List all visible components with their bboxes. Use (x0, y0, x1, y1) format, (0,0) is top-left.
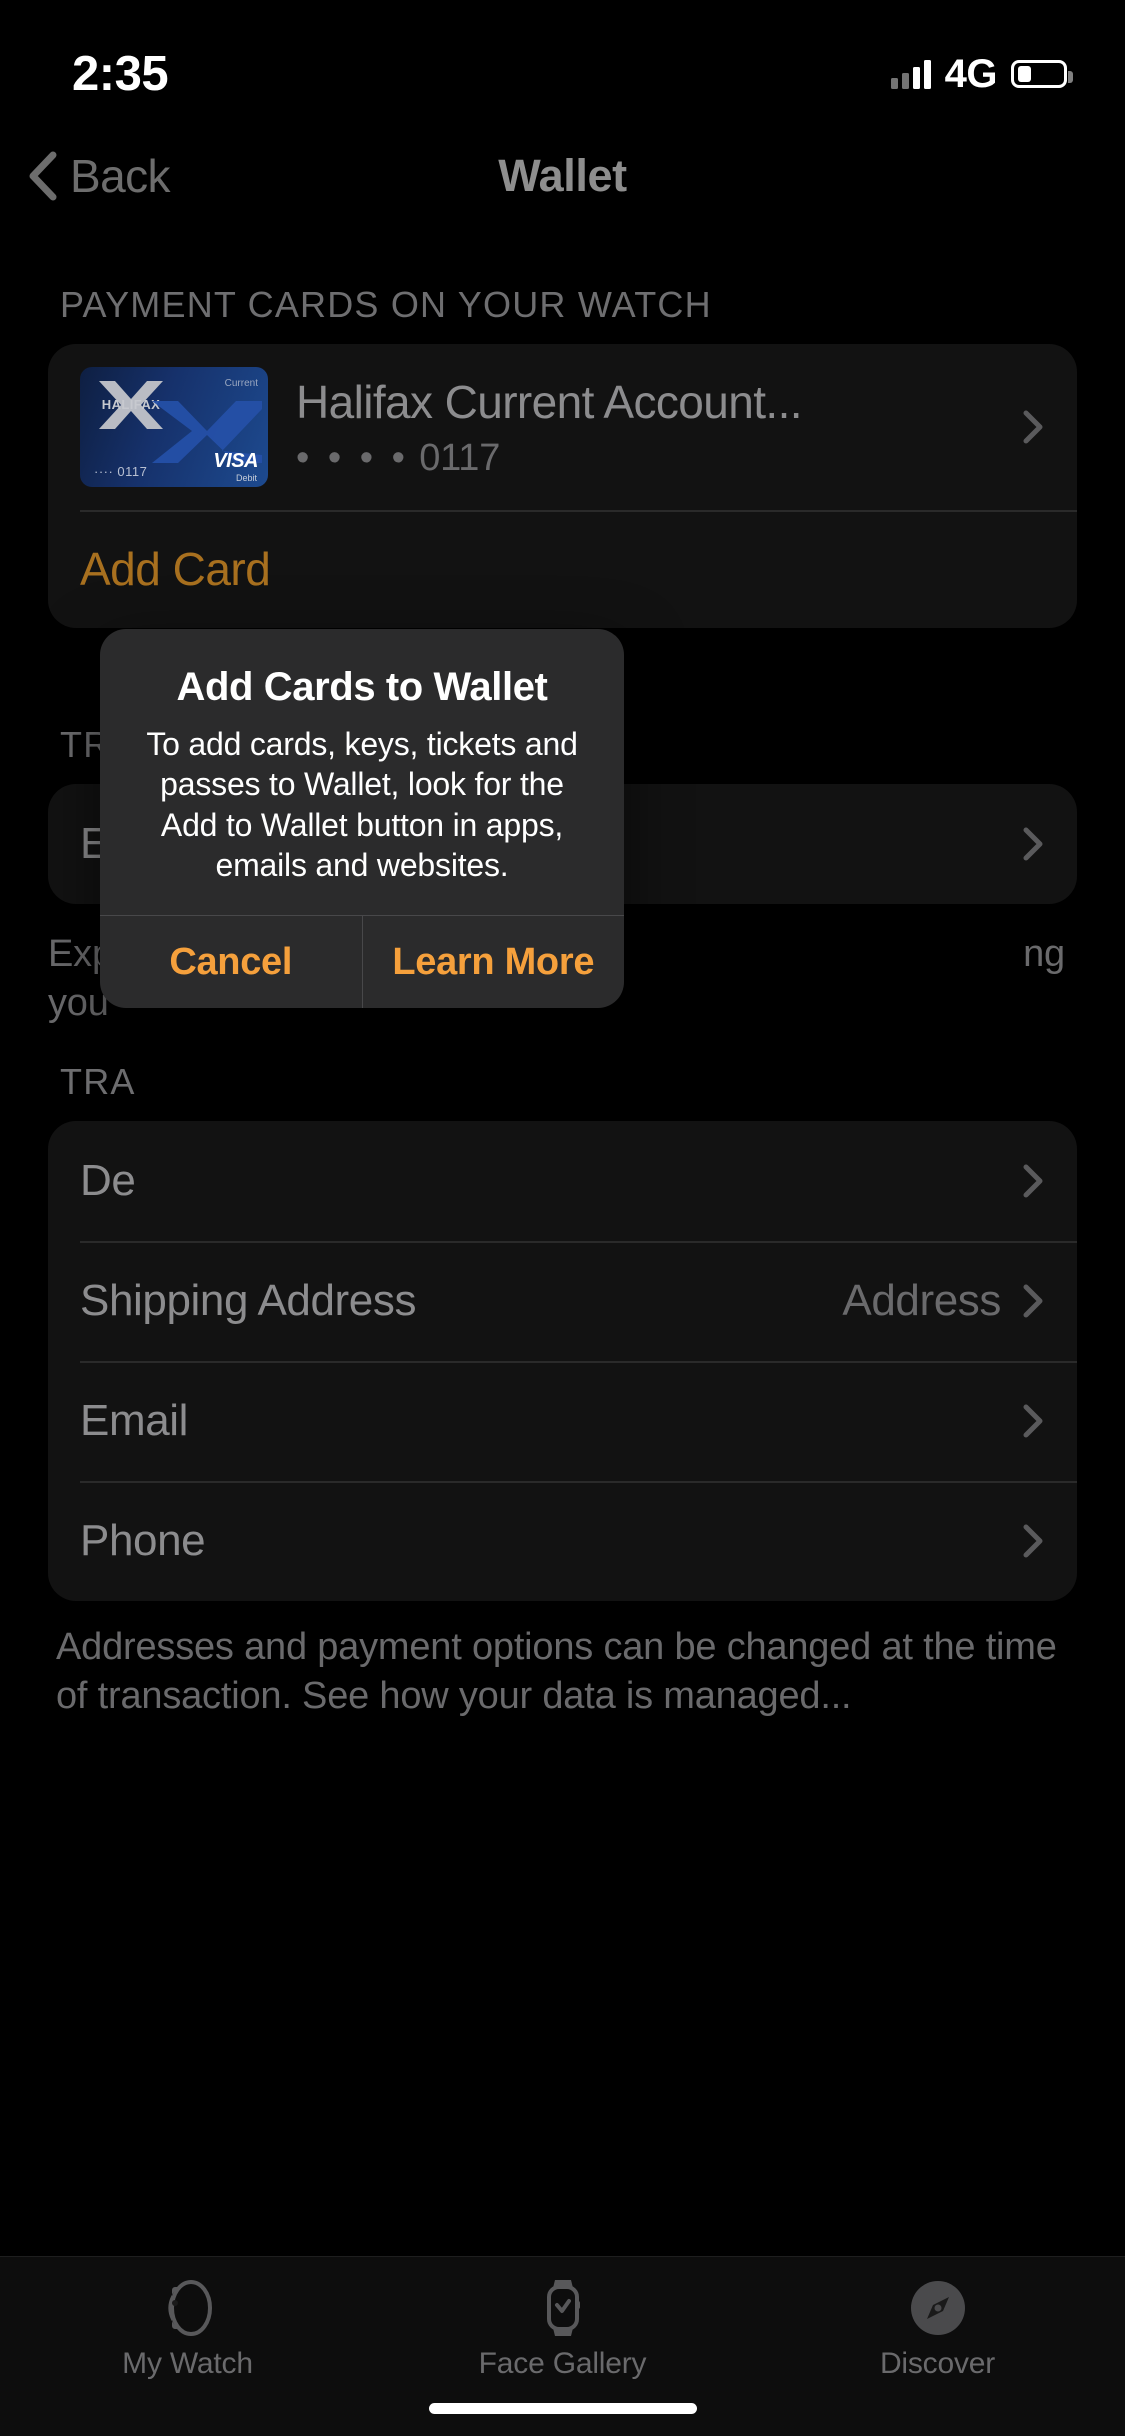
card-last-four: 0117 (419, 437, 500, 479)
card-masked-dots: • • • • (296, 437, 409, 479)
navigation-bar: Back Wallet (0, 132, 1125, 220)
email-label: Email (80, 1396, 1001, 1446)
watch-face-check-icon (532, 2277, 594, 2339)
status-bar: 2:35 4G (0, 0, 1125, 132)
add-card-row[interactable]: Add Card (48, 510, 1077, 628)
add-card-label: Add Card (80, 542, 270, 596)
compass-icon (907, 2277, 969, 2339)
learn-more-button[interactable]: Learn More (362, 916, 625, 1008)
payment-cards-group: HALIFAX Current ···· 0117 VISA Debit Hal… (48, 344, 1077, 628)
app-content: 2:35 4G Back Wallet PAYMENT C (0, 0, 1125, 2436)
phone-screen: 2:35 4G Back Wallet PAYMENT C (0, 0, 1125, 2436)
phone-label: Phone (80, 1516, 1001, 1566)
transaction-defaults-group: De Shipping Address Address Email (48, 1121, 1077, 1601)
chevron-right-icon (1023, 1524, 1043, 1558)
data-managed-link[interactable]: See how your data is managed... (302, 1675, 851, 1717)
payment-card-number: • • • • 0117 (296, 437, 1023, 480)
chevron-right-icon (1023, 1284, 1043, 1318)
section-header-payment-cards: PAYMENT CARDS ON YOUR WATCH (0, 284, 1125, 344)
shipping-address-value: Address (842, 1276, 1001, 1326)
chevron-right-icon (1023, 1164, 1043, 1198)
chevron-right-icon (1023, 1404, 1043, 1438)
tab-my-watch-label: My Watch (122, 2347, 253, 2381)
tab-face-gallery[interactable]: Face Gallery (375, 2277, 750, 2381)
transaction-defaults-footnote: Addresses and payment options can be cha… (0, 1601, 1125, 1720)
status-bar-indicators: 4G (891, 52, 1067, 97)
tab-my-watch[interactable]: My Watch (0, 2277, 375, 2381)
alert-action-bar: Cancel Learn More (100, 915, 624, 1008)
visa-debit-label: Debit (236, 473, 257, 483)
default-card-row[interactable]: De (48, 1121, 1077, 1241)
travel-cards-footnote-tail: ng (1023, 930, 1065, 979)
email-row[interactable]: Email (48, 1361, 1077, 1481)
card-thumbnail-digits: ···· 0117 (94, 464, 147, 479)
chevron-right-icon (1023, 827, 1043, 861)
tab-discover[interactable]: Discover (750, 2277, 1125, 2381)
shipping-address-label: Shipping Address (80, 1276, 842, 1326)
default-card-label: De (80, 1156, 1001, 1206)
chevron-right-icon (1023, 410, 1043, 444)
visa-logo: VISA (213, 450, 258, 473)
payment-card-texts: Halifax Current Account... • • • • 0117 (296, 375, 1023, 480)
battery-low-icon (1011, 60, 1067, 88)
tab-face-gallery-label: Face Gallery (479, 2347, 647, 2381)
home-indicator (429, 2403, 697, 2414)
watch-side-icon (157, 2277, 219, 2339)
card-type-label: Current (225, 378, 258, 389)
add-cards-alert-dialog: Add Cards to Wallet To add cards, keys, … (100, 629, 624, 1008)
cellular-network-label: 4G (945, 52, 997, 97)
alert-message: To add cards, keys, tickets and passes t… (130, 724, 594, 885)
alert-title: Add Cards to Wallet (130, 665, 594, 710)
cancel-button[interactable]: Cancel (100, 916, 362, 1008)
alert-content: Add Cards to Wallet To add cards, keys, … (100, 629, 624, 915)
section-header-transaction-defaults: TRA (0, 1061, 1125, 1121)
tab-discover-label: Discover (880, 2347, 995, 2381)
travel-cards-footnote-line2: you (48, 982, 109, 1024)
page-title: Wallet (0, 132, 1125, 220)
signal-bars-icon (891, 59, 931, 89)
payment-card-row[interactable]: HALIFAX Current ···· 0117 VISA Debit Hal… (48, 344, 1077, 510)
payment-card-title: Halifax Current Account... (296, 375, 1023, 429)
halifax-card-thumbnail: HALIFAX Current ···· 0117 VISA Debit (80, 367, 268, 487)
status-bar-time: 2:35 (72, 46, 168, 102)
phone-row[interactable]: Phone (48, 1481, 1077, 1601)
shipping-address-row[interactable]: Shipping Address Address (48, 1241, 1077, 1361)
